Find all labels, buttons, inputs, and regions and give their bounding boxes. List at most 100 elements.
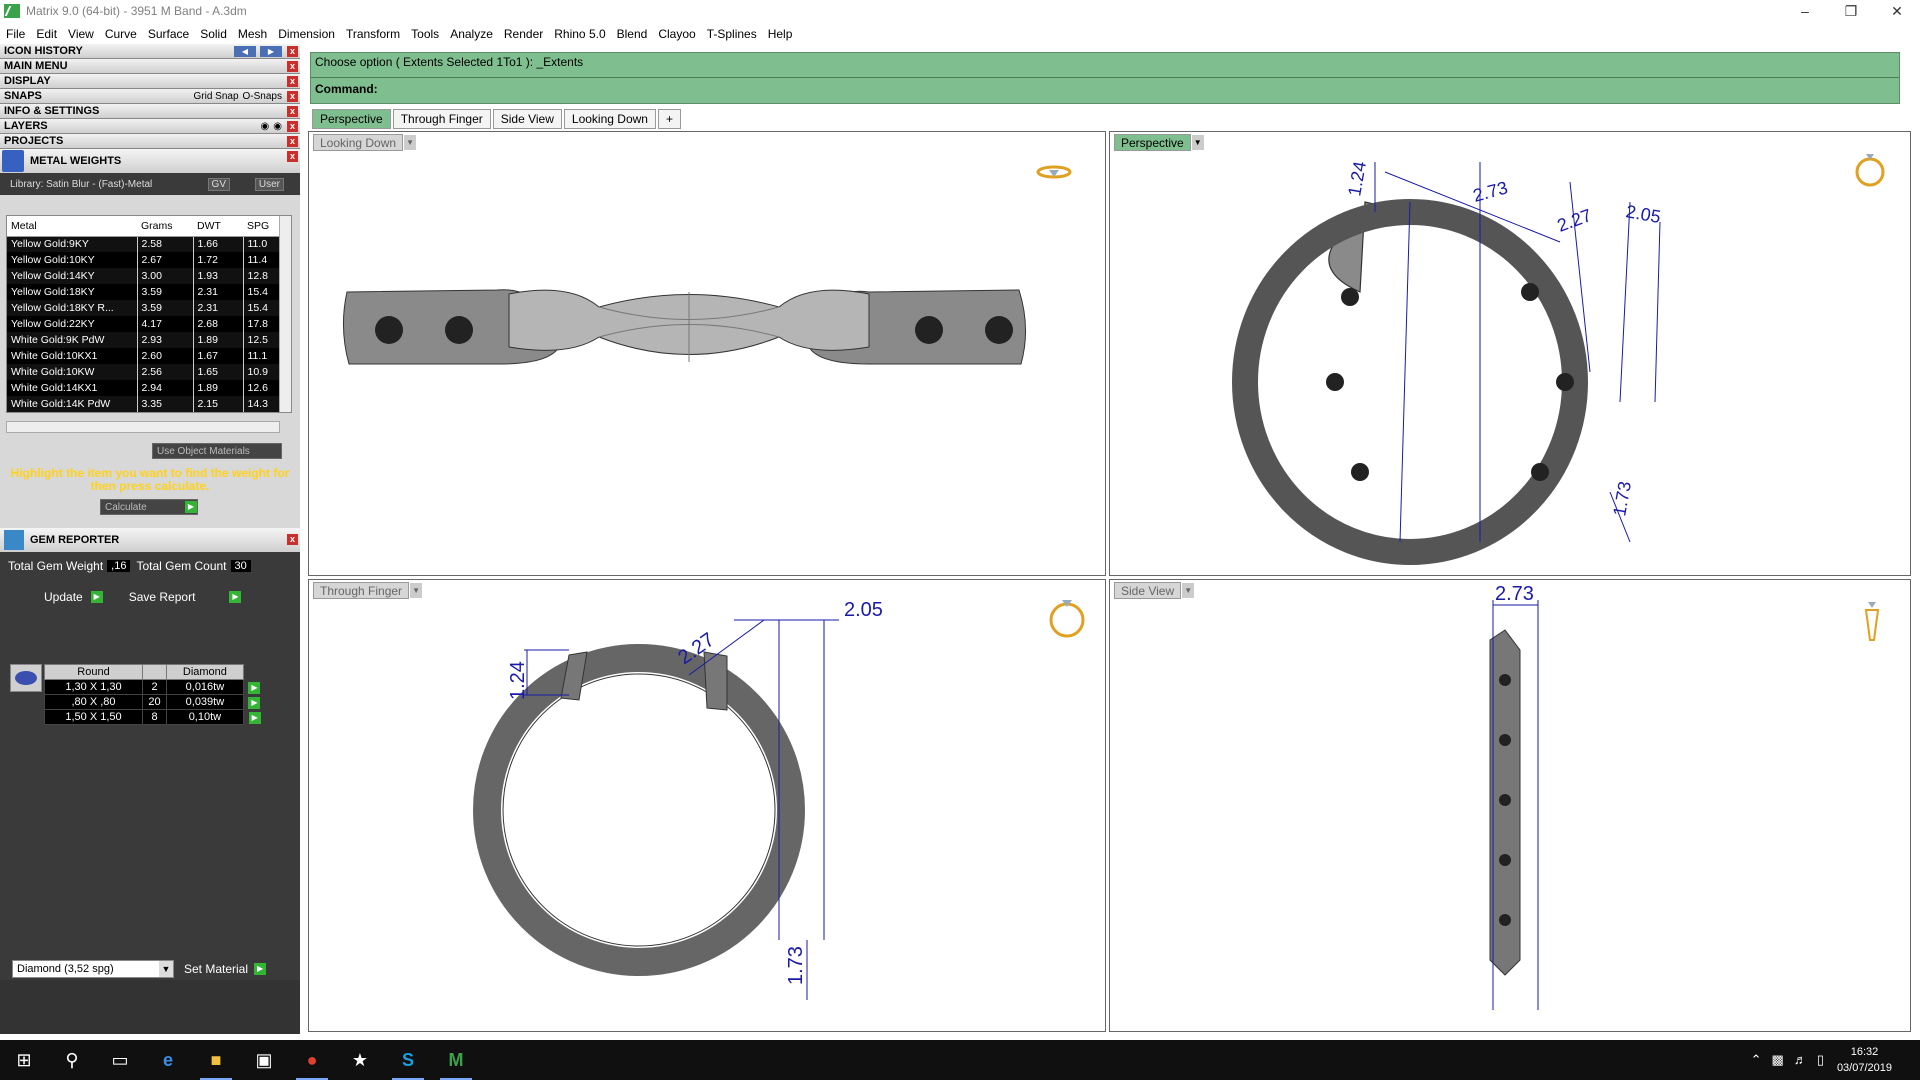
gem-row-play-icon[interactable]: ▶ <box>248 711 261 724</box>
menu-rhino[interactable]: Rhino 5.0 <box>554 27 605 41</box>
tab-perspective[interactable]: Perspective <box>312 109 391 129</box>
notification-icon[interactable]: ▯ <box>1817 1052 1824 1068</box>
column-header-grams[interactable]: Grams <box>137 216 193 237</box>
gem-row[interactable]: 1,30 X 1,30 2 0,016tw ▶ <box>44 679 266 695</box>
table-row[interactable]: White Gold:14KX1 2.94 1.89 12.6 <box>7 380 287 396</box>
viewport-label-perspective[interactable]: Perspective ▼ <box>1114 134 1204 151</box>
back-arrow-icon[interactable]: ◀ <box>234 45 256 57</box>
eye-icon[interactable]: ◉ <box>273 121 282 132</box>
task-view-icon[interactable]: ▭ <box>96 1040 144 1080</box>
tab-through-finger[interactable]: Through Finger <box>392 109 491 129</box>
menu-solid[interactable]: Solid <box>200 27 227 41</box>
main-menu-header[interactable]: MAIN MENU x <box>0 59 300 74</box>
chrome-icon[interactable]: ● <box>288 1040 336 1080</box>
menu-analyze[interactable]: Analyze <box>450 27 493 41</box>
icon-history-header[interactable]: ICON HISTORY ◀ ▶ x <box>0 44 300 59</box>
chevron-down-icon[interactable]: ▼ <box>404 135 417 150</box>
gem-row-play-icon[interactable]: ▶ <box>248 696 261 709</box>
windows-start-icon[interactable]: ⊞ <box>0 1040 48 1080</box>
rhino-icon[interactable]: ★ <box>336 1040 384 1080</box>
search-icon[interactable]: ⚲ <box>48 1040 96 1080</box>
menu-curve[interactable]: Curve <box>105 27 137 41</box>
save-report-play-icon[interactable]: ▶ <box>229 591 242 603</box>
layers-header[interactable]: LAYERS ◉ ◉ x <box>0 119 300 134</box>
close-icon[interactable]: x <box>287 46 298 57</box>
menu-tools[interactable]: Tools <box>411 27 439 41</box>
table-row[interactable]: White Gold:14K PdW 3.35 2.15 14.3 <box>7 396 287 412</box>
chevron-down-icon[interactable]: ▼ <box>1182 583 1195 598</box>
close-icon[interactable]: x <box>287 151 298 162</box>
forward-arrow-icon[interactable]: ▶ <box>260 45 282 57</box>
table-row[interactable]: Yellow Gold:9KY 2.58 1.66 11.0 <box>7 236 287 252</box>
column-header-metal[interactable]: Metal <box>7 216 137 237</box>
display-header[interactable]: DISPLAY x <box>0 74 300 89</box>
use-object-materials-checkbox[interactable]: Use Object Materials <box>152 443 282 459</box>
command-prompt[interactable]: Command: <box>311 77 1899 101</box>
menu-clayoo[interactable]: Clayoo <box>658 27 695 41</box>
table-row[interactable]: Yellow Gold:14KY 3.00 1.93 12.8 <box>7 268 287 284</box>
table-row[interactable]: Yellow Gold:22KY 4.17 2.68 17.8 <box>7 316 287 332</box>
set-material-button[interactable]: Set Material ▶ <box>184 960 267 978</box>
menu-help[interactable]: Help <box>768 27 793 41</box>
vertical-scrollbar[interactable] <box>279 216 291 412</box>
table-row[interactable]: White Gold:10KW 2.56 1.65 10.9 <box>7 364 287 380</box>
file-explorer-icon[interactable]: ■ <box>192 1040 240 1080</box>
viewport-label-looking-down[interactable]: Looking Down ▼ <box>313 134 417 151</box>
o-snaps-toggle[interactable]: O-Snaps <box>243 91 282 102</box>
gem-row[interactable]: 1,50 X 1,50 8 0,10tw ▶ <box>44 709 266 725</box>
gv-toggle[interactable]: GV <box>207 177 230 191</box>
menu-render[interactable]: Render <box>504 27 543 41</box>
info-settings-header[interactable]: INFO & SETTINGS x <box>0 104 300 119</box>
menu-file[interactable]: File <box>6 27 25 41</box>
menu-blend[interactable]: Blend <box>617 27 648 41</box>
horizontal-scrollbar[interactable] <box>6 421 280 433</box>
close-icon[interactable]: x <box>287 121 298 132</box>
calculate-button[interactable]: Calculate ▶ <box>100 499 198 515</box>
minimize-button[interactable]: – <box>1782 0 1828 22</box>
add-tab-button[interactable]: + <box>657 109 681 129</box>
store-icon[interactable]: ▣ <box>240 1040 288 1080</box>
viewport-through-finger[interactable]: 1.24 2.27 2.05 1.73 Through Finger ▼ <box>308 579 1106 1032</box>
close-icon[interactable]: x <box>287 106 298 117</box>
chevron-down-icon[interactable]: ▼ <box>1191 135 1204 150</box>
close-icon[interactable]: x <box>287 76 298 87</box>
chevron-up-icon[interactable]: ⌃ <box>1751 1052 1762 1068</box>
save-report-button[interactable]: Save Report <box>129 590 196 604</box>
viewport-perspective[interactable]: 1.24 2.73 2.27 2.05 1.73 Perspective ▼ <box>1109 131 1911 576</box>
volume-icon[interactable]: ♬ <box>1794 1052 1807 1068</box>
grid-snap-toggle[interactable]: Grid Snap <box>194 91 239 102</box>
network-icon[interactable]: ▩ <box>1772 1052 1784 1068</box>
viewport-label-through-finger[interactable]: Through Finger ▼ <box>313 582 423 599</box>
close-icon[interactable]: x <box>287 534 298 545</box>
viewport-looking-down[interactable]: Looking Down ▼ <box>308 131 1106 576</box>
edge-browser-icon[interactable]: e <box>144 1040 192 1080</box>
table-row[interactable]: White Gold:10KX1 2.60 1.67 11.1 <box>7 348 287 364</box>
viewport-label-side-view[interactable]: Side View ▼ <box>1114 582 1195 599</box>
menu-mesh[interactable]: Mesh <box>238 27 267 41</box>
table-row[interactable]: White Gold:9K PdW 2.93 1.89 12.5 <box>7 332 287 348</box>
table-row[interactable]: Yellow Gold:18KY R... 3.59 2.31 15.4 <box>7 300 287 316</box>
close-icon[interactable]: x <box>287 136 298 147</box>
chevron-down-icon[interactable]: ▼ <box>410 583 423 598</box>
menu-dimension[interactable]: Dimension <box>278 27 335 41</box>
viewport-side-view[interactable]: 2.73 Side View ▼ <box>1109 579 1911 1032</box>
column-header-dwt[interactable]: DWT <box>193 216 243 237</box>
user-toggle[interactable]: User <box>254 177 284 191</box>
menu-view[interactable]: View <box>68 27 94 41</box>
update-button[interactable]: Update <box>44 590 83 604</box>
close-icon[interactable]: x <box>287 91 298 102</box>
menu-edit[interactable]: Edit <box>36 27 57 41</box>
table-row[interactable]: Yellow Gold:10KY 2.67 1.72 11.4 <box>7 252 287 268</box>
menu-transform[interactable]: Transform <box>346 27 400 41</box>
gem-row[interactable]: ,80 X ,80 20 0,039tw ▶ <box>44 694 266 710</box>
command-area[interactable]: Choose option ( Extents Selected 1To1 ):… <box>310 52 1900 104</box>
menu-tsplines[interactable]: T-Splines <box>707 27 757 41</box>
tab-looking-down[interactable]: Looking Down <box>563 109 656 129</box>
close-icon[interactable]: x <box>287 61 298 72</box>
update-play-icon[interactable]: ▶ <box>90 591 103 603</box>
skype-icon[interactable]: S <box>384 1040 432 1080</box>
gem-row-play-icon[interactable]: ▶ <box>248 681 261 694</box>
eye-icon[interactable]: ◉ <box>261 121 270 132</box>
close-button[interactable]: ✕ <box>1874 0 1920 22</box>
restore-button[interactable]: ❐ <box>1828 0 1874 22</box>
